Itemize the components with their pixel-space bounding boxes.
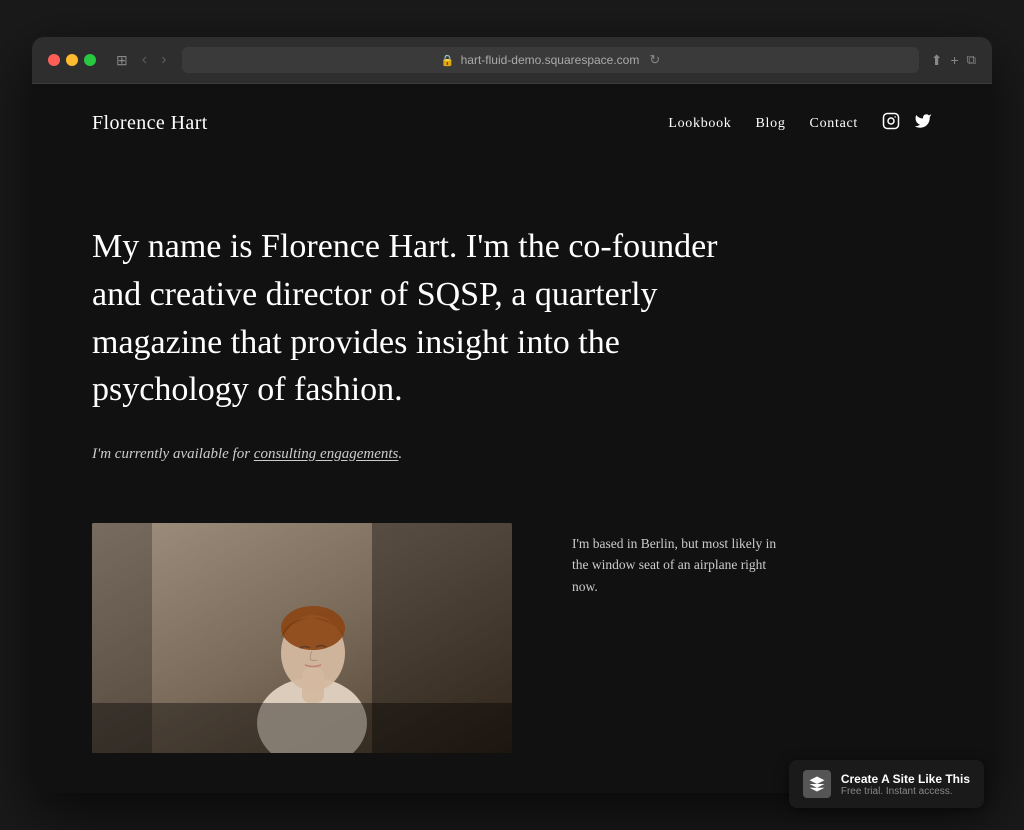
back-icon[interactable]: ‹ [138,49,151,71]
site-nav: Lookbook Blog Contact [668,112,932,135]
sqsp-badge-title: Create A Site Like This [841,772,970,786]
nav-contact[interactable]: Contact [810,116,858,132]
browser-chrome: ⊞ ‹ › 🔒 hart-fluid-demo.squarespace.com … [32,37,992,84]
lock-icon: 🔒 [441,54,455,67]
hero-text: My name is Florence Hart. I'm the co-fou… [92,223,772,413]
forward-icon[interactable]: › [157,49,170,71]
instagram-icon[interactable] [882,112,900,135]
sidebar-toggle-icon[interactable]: ⊞ [112,50,132,71]
browser-controls: ⊞ ‹ › [112,49,170,71]
traffic-lights [48,54,96,66]
browser-window: ⊞ ‹ › 🔒 hart-fluid-demo.squarespace.com … [32,37,992,792]
content-row: I'm based in Berlin, but most likely in … [92,523,932,753]
sqsp-badge[interactable]: Create A Site Like This Free trial. Inst… [789,760,984,808]
consulting-link[interactable]: consulting engagements [254,446,399,462]
site-main: My name is Florence Hart. I'm the co-fou… [32,163,992,792]
social-icons [882,112,932,135]
location-text: I'm based in Berlin, but most likely in … [572,523,792,598]
browser-actions: ⬆ + ⧉ [931,52,976,69]
nav-blog[interactable]: Blog [756,116,786,132]
site-header: Florence Hart Lookbook Blog Contact [32,84,992,163]
duplicate-tab-icon[interactable]: ⧉ [967,52,976,68]
sqsp-badge-subtitle: Free trial. Instant access. [841,786,970,797]
reload-icon[interactable]: ↻ [649,52,660,68]
sqsp-badge-icon [803,770,831,798]
minimize-button[interactable] [66,54,78,66]
twitter-icon[interactable] [914,112,932,135]
add-tab-icon[interactable]: + [951,52,959,68]
website-content: Florence Hart Lookbook Blog Contact [32,84,992,792]
availability-suffix: . [398,446,402,462]
availability-prefix: I'm currently available for [92,446,254,462]
url-text: hart-fluid-demo.squarespace.com [461,53,640,67]
share-icon[interactable]: ⬆ [931,52,943,69]
portrait-image [92,523,512,753]
sqsp-badge-text: Create A Site Like This Free trial. Inst… [841,772,970,797]
nav-lookbook[interactable]: Lookbook [668,116,731,132]
close-button[interactable] [48,54,60,66]
maximize-button[interactable] [84,54,96,66]
site-logo[interactable]: Florence Hart [92,112,208,135]
address-bar[interactable]: 🔒 hart-fluid-demo.squarespace.com ↻ [182,47,918,73]
availability-text: I'm currently available for consulting e… [92,446,932,463]
